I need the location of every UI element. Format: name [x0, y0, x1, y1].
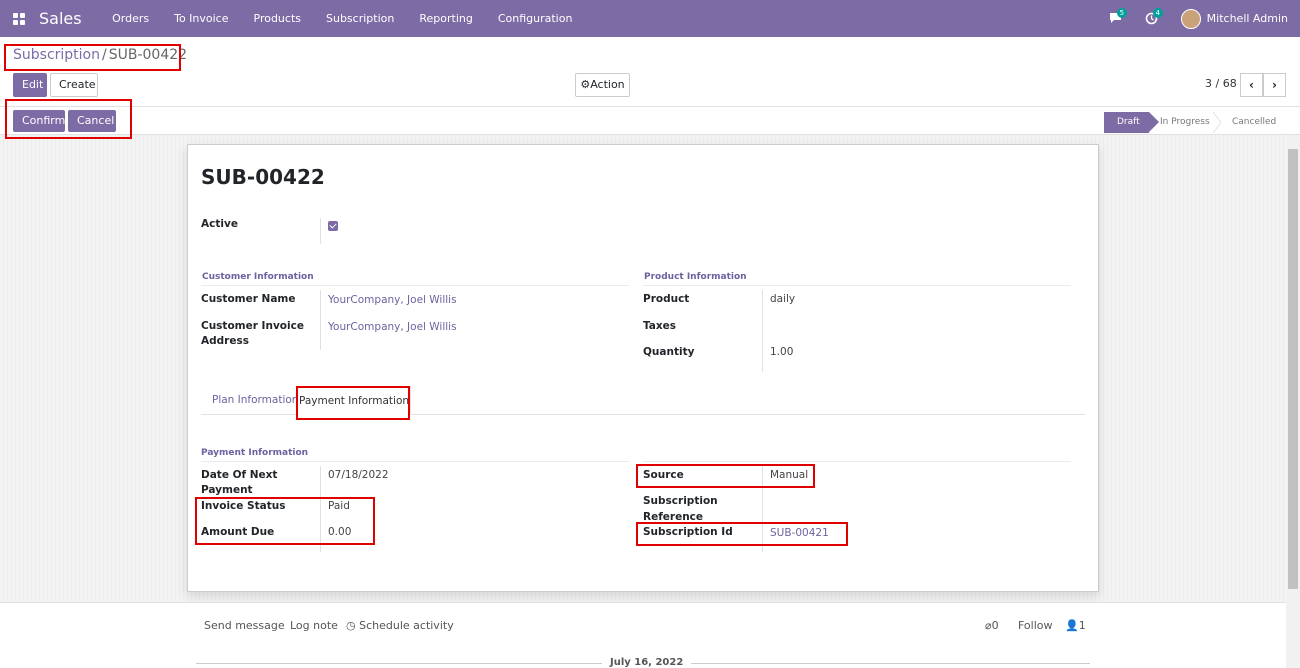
confirm-button[interactable]: Confirm — [13, 110, 65, 132]
customer-name-label: Customer Name — [201, 293, 296, 305]
stage-cancelled[interactable]: Cancelled — [1232, 112, 1276, 133]
subscription-id-value[interactable]: SUB-00421 — [770, 526, 829, 541]
attachments-count: 0 — [991, 619, 999, 632]
chevron-right-icon: › — [1272, 78, 1277, 92]
source-label: Source — [643, 469, 684, 481]
breadcrumb: Subscription / SUB-00422 — [13, 47, 187, 63]
menu-to-invoice[interactable]: To Invoice — [162, 12, 241, 25]
invoice-address-label-line2: Address — [201, 335, 249, 347]
subscription-reference-label-line1: Subscription — [643, 495, 718, 507]
breadcrumb-separator: / — [102, 47, 107, 63]
source-value[interactable]: Manual — [770, 468, 808, 483]
chatter: Send message Log note ◷ Schedule activit… — [0, 602, 1286, 668]
field-divider — [320, 290, 321, 350]
action-button-label: Action — [590, 78, 625, 91]
menu-configuration[interactable]: Configuration — [485, 12, 585, 25]
clock-icon: ◷ — [346, 619, 356, 632]
product-label: Product — [643, 293, 690, 305]
activities-count-badge: 4 — [1152, 7, 1164, 18]
group-divider — [643, 461, 1071, 462]
invoice-address-value[interactable]: YourCompany, Joel Willis — [328, 320, 457, 335]
pager-previous-button[interactable]: ‹ — [1240, 73, 1263, 97]
breadcrumb-parent-link[interactable]: Subscription — [13, 47, 100, 63]
followers-count: 1 — [1078, 619, 1086, 632]
group-divider — [201, 461, 629, 462]
stage-draft[interactable]: Draft — [1104, 112, 1159, 133]
group-divider — [201, 285, 629, 286]
customer-info-title: Customer Information — [202, 272, 314, 282]
stage-arrow-icon — [1212, 112, 1222, 133]
field-divider — [320, 466, 321, 552]
tab-plan-information[interactable]: Plan Information — [212, 394, 298, 406]
menu-products[interactable]: Products — [241, 12, 314, 25]
product-value[interactable]: daily — [770, 292, 795, 307]
pager-next-button[interactable]: › — [1263, 73, 1286, 97]
invoice-status-label: Invoice Status — [201, 500, 286, 512]
gear-icon: ⚙ — [580, 78, 591, 91]
action-button[interactable]: ⚙Action — [575, 73, 630, 97]
attachments-button[interactable]: ⌀0 — [985, 619, 999, 632]
menu-orders[interactable]: Orders — [100, 12, 162, 25]
top-navbar: Sales Orders To Invoice Products Subscri… — [0, 0, 1300, 37]
invoice-address-label-line1: Customer Invoice — [201, 320, 304, 332]
form-sheet: SUB-00422 Active Customer Information Cu… — [187, 144, 1099, 592]
cancel-button[interactable]: Cancel — [68, 110, 116, 132]
menu-subscription[interactable]: Subscription — [314, 12, 407, 25]
field-divider — [320, 218, 321, 244]
user-icon: 👤 — [1065, 619, 1079, 632]
menu-reporting[interactable]: Reporting — [407, 12, 485, 25]
follow-button[interactable]: Follow — [1018, 619, 1053, 632]
quantity-label: Quantity — [643, 346, 695, 358]
apps-grid-icon[interactable] — [13, 12, 25, 25]
tab-payment-information[interactable]: Payment Information — [297, 386, 411, 415]
invoice-status-value[interactable]: Paid — [328, 499, 350, 514]
record-title: SUB-00422 — [201, 165, 325, 189]
vertical-scrollbar[interactable] — [1286, 135, 1300, 668]
paperclip-icon: ⌀ — [985, 619, 992, 632]
customer-name-value[interactable]: YourCompany, Joel Willis — [328, 293, 457, 308]
navbar-systray: 5 4 Mitchell Admin — [1109, 0, 1288, 37]
next-payment-value[interactable]: 07/18/2022 — [328, 468, 389, 483]
edit-button[interactable]: Edit — [13, 73, 47, 97]
next-payment-label-line1: Date Of Next — [201, 469, 278, 481]
subscription-id-label: Subscription Id — [643, 526, 733, 538]
schedule-activity-label: Schedule activity — [359, 619, 454, 632]
next-payment-label-line2: Payment — [201, 484, 253, 496]
pager-value[interactable]: 3 / 68 — [1205, 77, 1237, 90]
breadcrumb-current: SUB-00422 — [108, 47, 188, 63]
field-divider — [762, 466, 763, 552]
activities-clock-icon[interactable]: 4 — [1145, 7, 1164, 26]
scrollbar-thumb[interactable] — [1288, 149, 1298, 589]
payment-info-title: Payment Information — [201, 448, 309, 458]
active-checkbox[interactable] — [328, 221, 338, 231]
quantity-value[interactable]: 1.00 — [770, 345, 793, 360]
messages-icon[interactable]: 5 — [1109, 7, 1128, 26]
active-label: Active — [201, 218, 238, 230]
date-separator-label: July 16, 2022 — [602, 657, 692, 668]
amount-due-label: Amount Due — [201, 526, 275, 538]
control-panel: Subscription / SUB-00422 Edit Create ⚙Acti… — [0, 37, 1300, 107]
send-message-button[interactable]: Send message — [204, 619, 285, 632]
user-avatar[interactable] — [1180, 8, 1201, 29]
messages-count-badge: 5 — [1116, 7, 1128, 18]
schedule-activity-button[interactable]: ◷ Schedule activity — [346, 619, 454, 632]
create-button[interactable]: Create — [50, 73, 98, 97]
amount-due-value[interactable]: 0.00 — [328, 525, 351, 540]
log-note-button[interactable]: Log note — [290, 619, 338, 632]
field-divider — [762, 290, 763, 372]
chevron-left-icon: ‹ — [1249, 78, 1254, 92]
subscription-reference-label-line2: Reference — [643, 511, 704, 523]
group-divider — [643, 285, 1071, 286]
status-bar: Confirm Cancel Draft In Progress Cancell… — [0, 107, 1300, 135]
user-name[interactable]: Mitchell Admin — [1207, 12, 1288, 25]
followers-button[interactable]: 👤1 — [1065, 619, 1086, 632]
stage-in-progress[interactable]: In Progress — [1160, 112, 1210, 133]
taxes-label: Taxes — [643, 320, 677, 332]
app-brand[interactable]: Sales — [39, 9, 82, 28]
product-info-title: Product Information — [644, 272, 747, 282]
